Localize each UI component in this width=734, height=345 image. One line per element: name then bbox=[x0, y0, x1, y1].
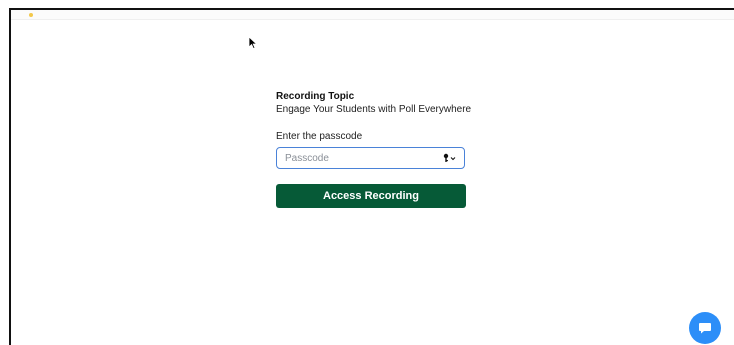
chat-bubble-icon bbox=[699, 323, 711, 334]
recording-topic-name: Engage Your Students with Poll Everywher… bbox=[276, 104, 472, 115]
passcode-form: Recording Topic Engage Your Students wit… bbox=[276, 90, 476, 208]
mouse-cursor-icon bbox=[248, 36, 258, 50]
passcode-field[interactable] bbox=[276, 147, 465, 169]
status-dot-icon bbox=[29, 13, 33, 17]
top-strip bbox=[11, 10, 734, 20]
key-icon[interactable] bbox=[443, 153, 457, 163]
passcode-input[interactable] bbox=[285, 151, 435, 165]
access-recording-button[interactable]: Access Recording bbox=[276, 184, 466, 208]
passcode-label: Enter the passcode bbox=[276, 131, 363, 142]
page: Recording Topic Engage Your Students wit… bbox=[0, 0, 734, 345]
recording-topic-label: Recording Topic bbox=[276, 91, 355, 102]
chat-button[interactable] bbox=[689, 312, 721, 344]
window-border-left bbox=[9, 8, 11, 345]
